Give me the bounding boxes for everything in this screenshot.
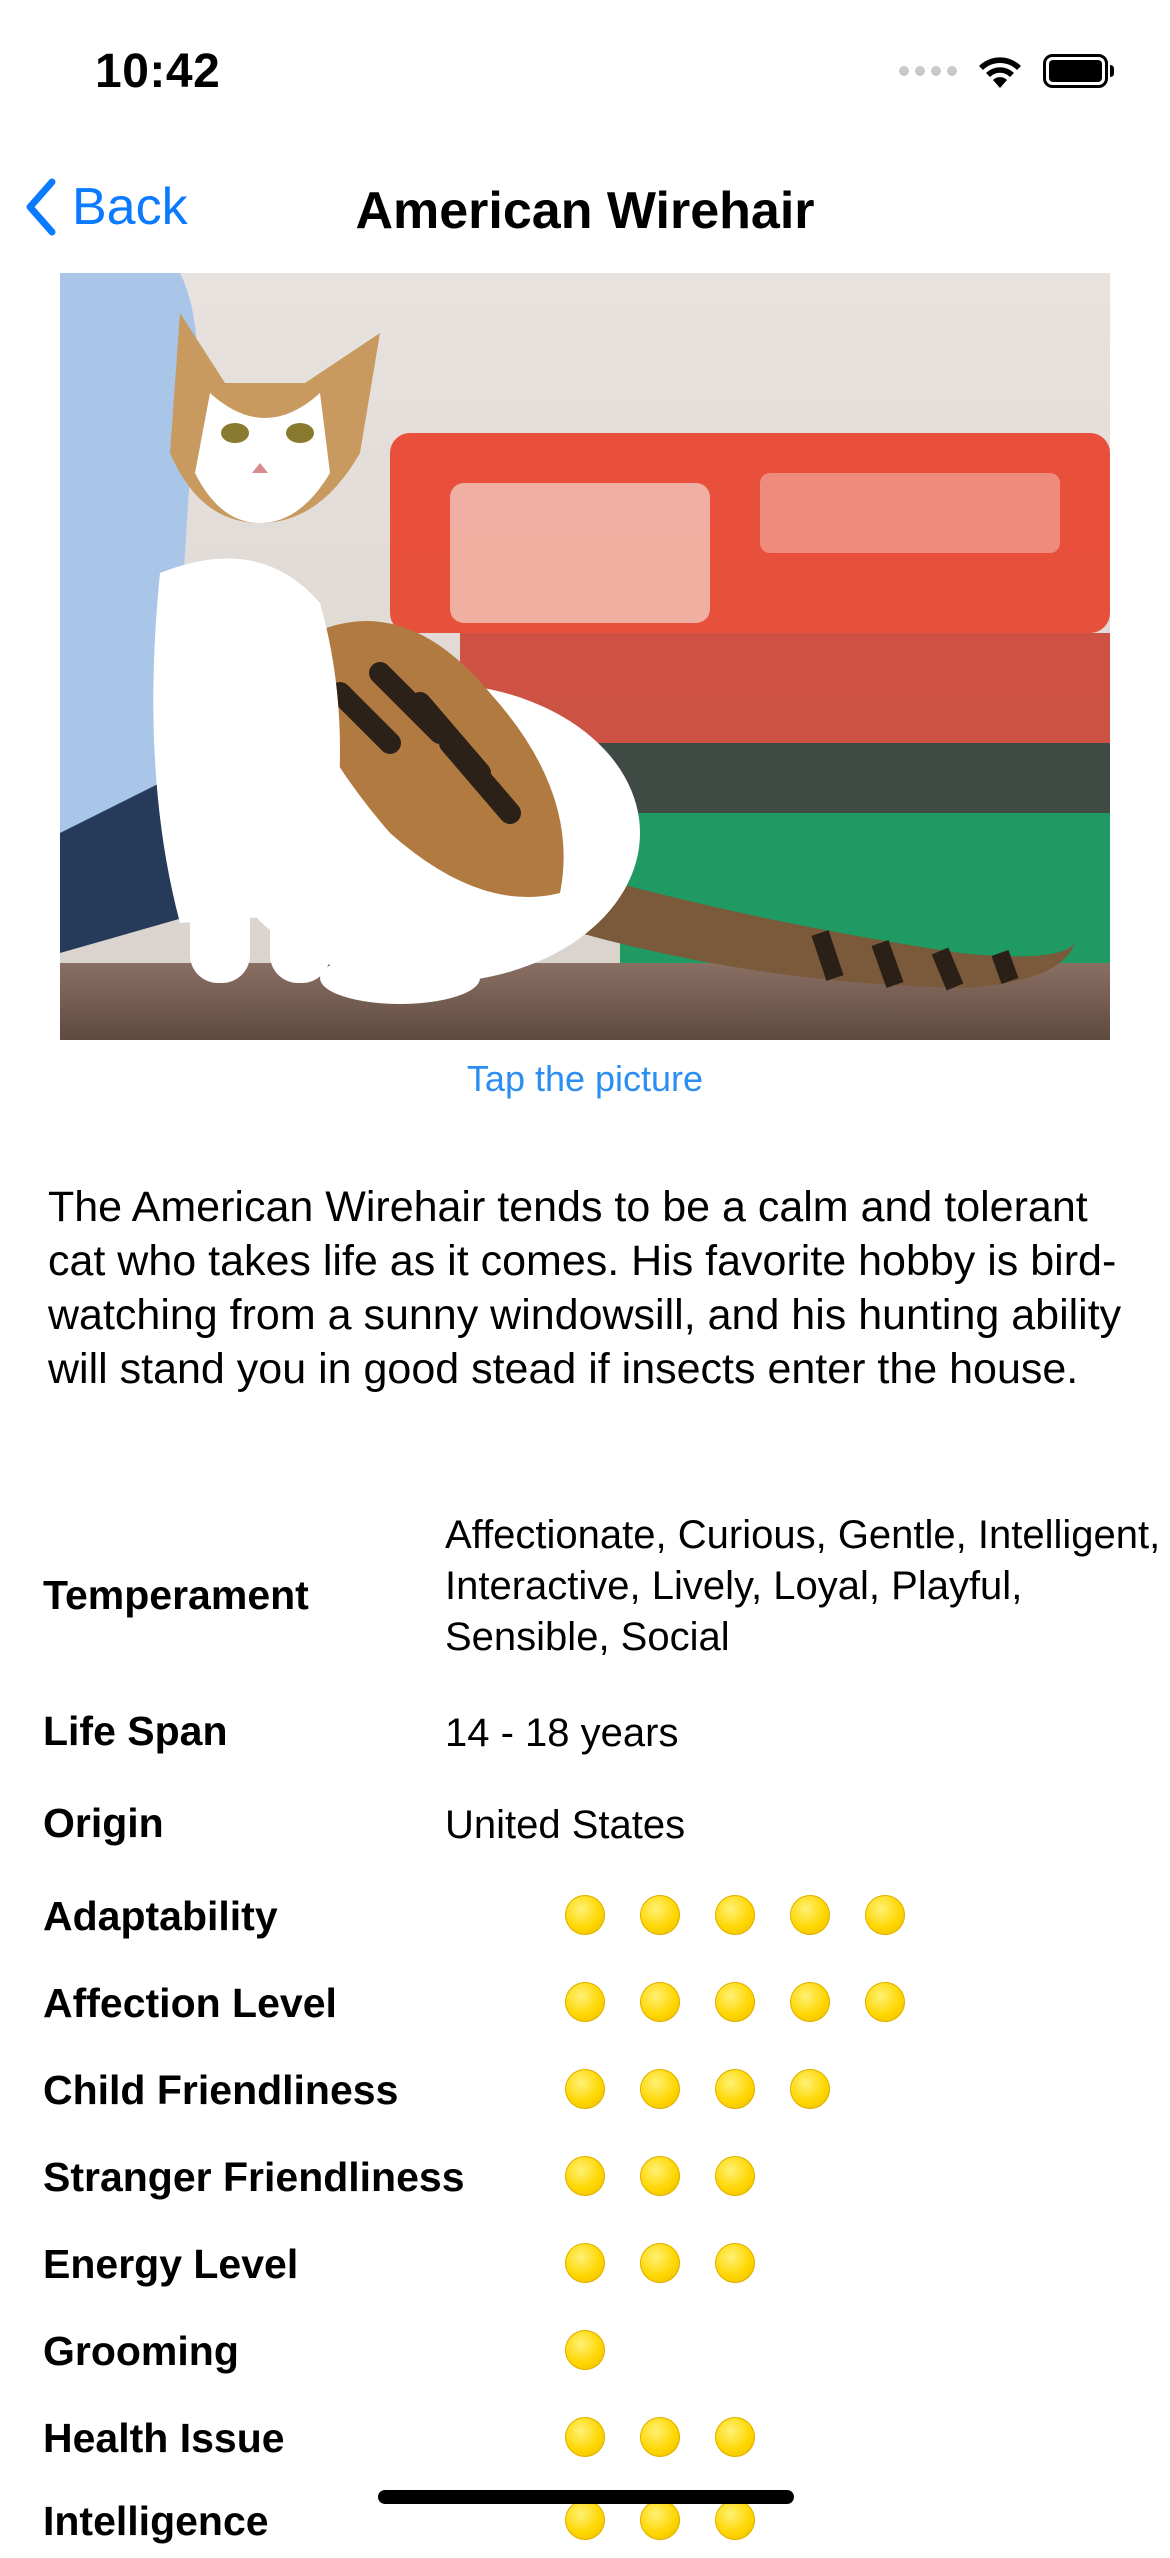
rating-row: Intelligence: [43, 2498, 1143, 2558]
rating-row: Energy Level: [43, 2241, 1143, 2301]
navigation-bar: Back American Wirehair: [0, 165, 1170, 255]
rating-label: Health Issue: [43, 2415, 285, 2461]
rating-dot: [565, 1982, 605, 2022]
rating-dot: [715, 2069, 755, 2109]
rating-dot: [715, 2500, 755, 2540]
origin-value: United States: [445, 1803, 686, 1847]
rating-row: Health Issue: [43, 2415, 1143, 2475]
lifespan-value: 14 - 18 years: [445, 1711, 679, 1755]
rating-dot: [640, 2417, 680, 2457]
rating-dot: [790, 1982, 830, 2022]
rating-row: Grooming: [43, 2328, 1143, 2388]
battery-icon: [1043, 54, 1114, 88]
rating-row: Affection Level: [43, 1980, 1143, 2040]
rating-dot: [640, 2069, 680, 2109]
rating-dot: [565, 2330, 605, 2370]
rating-row: Adaptability: [43, 1893, 1143, 1953]
temperament-label: Temperament: [43, 1572, 309, 1618]
rating-dot: [640, 1982, 680, 2022]
rating-dot: [565, 2500, 605, 2540]
rating-dot: [715, 2417, 755, 2457]
lifespan-row: Life Span 14 - 18 years: [43, 1708, 1143, 1768]
temperament-value: Affectionate, Curious, Gentle, Intellige…: [445, 1513, 1161, 1659]
rating-dot: [565, 1895, 605, 1935]
rating-dot: [865, 1982, 905, 2022]
status-bar: 10:42: [0, 0, 1170, 140]
origin-label: Origin: [43, 1800, 164, 1846]
rating-dot: [715, 1895, 755, 1935]
status-time: 10:42: [95, 45, 221, 98]
rating-label: Stranger Friendliness: [43, 2154, 465, 2200]
rating-dot: [640, 1895, 680, 1935]
rating-dot: [715, 1982, 755, 2022]
rating-dot: [715, 2156, 755, 2196]
rating-dot: [640, 2500, 680, 2540]
rating-label: Adaptability: [43, 1893, 278, 1939]
rating-label: Child Friendliness: [43, 2067, 399, 2113]
rating-label: Intelligence: [43, 2498, 269, 2544]
temperament-row: Temperament Affectionate, Curious, Gentl…: [43, 1510, 1160, 1670]
rating-label: Energy Level: [43, 2241, 299, 2287]
rating-dot: [565, 2243, 605, 2283]
rating-dot: [640, 2156, 680, 2196]
page-title: American Wirehair: [355, 182, 815, 240]
cat-photo[interactable]: [60, 273, 1110, 1040]
rating-dot: [565, 2417, 605, 2457]
rating-dot: [715, 2243, 755, 2283]
home-indicator[interactable]: [378, 2490, 794, 2504]
rating-dot: [565, 2069, 605, 2109]
rating-dot: [790, 1895, 830, 1935]
cellular-signal-icon: [899, 66, 957, 76]
rating-dot: [790, 2069, 830, 2109]
lifespan-label: Life Span: [43, 1708, 228, 1754]
status-icons: [899, 52, 1115, 90]
rating-dot: [640, 2243, 680, 2283]
rating-label: Grooming: [43, 2328, 239, 2374]
rating-dot: [565, 2156, 605, 2196]
rating-row: Child Friendliness: [43, 2067, 1143, 2127]
tap-picture-link[interactable]: Tap the picture: [0, 1058, 1170, 1100]
rating-dot: [865, 1895, 905, 1935]
rating-label: Affection Level: [43, 1980, 337, 2026]
breed-description: The American Wirehair tends to be a calm…: [48, 1183, 1122, 1393]
wifi-icon: [979, 57, 1021, 88]
rating-row: Stranger Friendliness: [43, 2154, 1143, 2214]
origin-row: Origin United States: [43, 1800, 1143, 1860]
